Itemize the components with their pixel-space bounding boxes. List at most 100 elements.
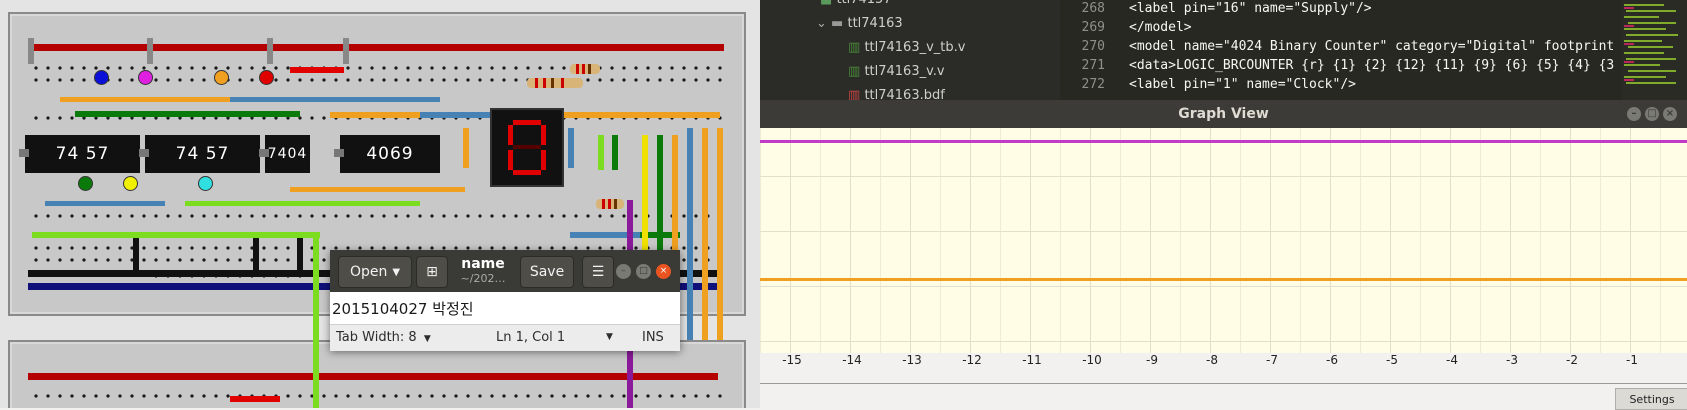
vertical-gridline	[1450, 128, 1451, 353]
ic-chip[interactable]: 7404	[259, 135, 310, 173]
x-tick-label: -15	[782, 353, 802, 367]
blue-wire	[230, 97, 440, 102]
code-line[interactable]: <model name="4024 Binary Counter" catego…	[1129, 39, 1614, 54]
tree-item-label: ttl74157	[836, 0, 891, 7]
x-tick-label: -5	[1386, 353, 1398, 367]
file-path: ~/202…	[460, 272, 506, 285]
vertical-gridline	[1270, 128, 1271, 353]
tree-item[interactable]: ⌄ ▬ ttl74163	[816, 16, 903, 31]
vertical-gridline-minor	[1300, 128, 1301, 353]
led-blue	[94, 70, 109, 85]
menu-button[interactable]: ☰	[582, 256, 614, 288]
blue-wire	[568, 128, 574, 168]
vertical-gridline-minor	[820, 128, 821, 353]
vertical-gridline-minor	[1060, 128, 1061, 353]
code-line[interactable]: <data>LOGIC_BRCOUNTER {r} {1} {2} {12} {…	[1129, 58, 1614, 73]
led-orange	[214, 70, 229, 85]
vertical-gridline-minor	[1360, 128, 1361, 353]
power-rail-red	[28, 44, 724, 51]
window-title: Graph View	[1178, 106, 1269, 122]
vertical-gridline-minor	[1240, 128, 1241, 353]
x-tick-label: -4	[1446, 353, 1458, 367]
red-wire	[290, 67, 344, 73]
code-line[interactable]: </model>	[1129, 20, 1192, 35]
seven-segment-display[interactable]	[490, 108, 564, 187]
lime-wire	[185, 201, 420, 206]
lime-wire	[598, 135, 604, 170]
code-text: <model name="4024 Binary Counter" catego…	[1129, 39, 1615, 54]
vertical-gridline	[1090, 128, 1091, 353]
line-number: 269	[1081, 20, 1105, 35]
ic-chip[interactable]: 4069	[334, 135, 440, 173]
x-tick-label: -7	[1266, 353, 1278, 367]
maximize-icon[interactable]: □	[1645, 107, 1659, 121]
x-tick-label: -3	[1506, 353, 1518, 367]
cursor-position-selector[interactable]: Ln 1, Col 1 ▼	[496, 330, 616, 345]
minimize-icon[interactable]: –	[1627, 107, 1641, 121]
close-icon[interactable]: ×	[1663, 107, 1677, 121]
vertical-gridline	[790, 128, 791, 353]
green-wire	[75, 111, 300, 117]
settings-button[interactable]: Settings	[1615, 388, 1687, 410]
ic-chip[interactable]: 74 57	[139, 135, 260, 173]
led-green	[78, 176, 93, 191]
waveform-plot[interactable]	[760, 128, 1687, 353]
trace-line	[760, 278, 1687, 281]
power-rail-red	[28, 373, 718, 380]
rail-pin	[147, 38, 153, 64]
open-button[interactable]: Open ▼	[338, 256, 412, 288]
x-tick-label: -10	[1082, 353, 1102, 367]
code-minimap[interactable]	[1622, 0, 1687, 100]
resistor	[527, 78, 583, 88]
vertical-gridline	[1390, 128, 1391, 353]
vertical-gridline	[1210, 128, 1211, 353]
code-line[interactable]: <label pin="1" name="Clock"/>	[1129, 77, 1356, 92]
rail-pin	[28, 38, 34, 64]
insert-mode[interactable]: INS	[642, 330, 664, 345]
rail-pin	[133, 238, 139, 270]
new-document-button[interactable]: ⊞	[416, 256, 448, 288]
code-editor[interactable]: ■ ttl74157 ⌄ ▬ ttl74163 ▥ ttl74163_v_tb.…	[760, 0, 1687, 103]
vertical-gridline-minor	[1540, 128, 1541, 353]
x-tick-label: -6	[1326, 353, 1338, 367]
vertical-gridline	[1030, 128, 1031, 353]
chip-label: 7404	[267, 146, 308, 162]
led-red	[259, 70, 274, 85]
window-titlebar[interactable]: Graph View – □ ×	[760, 100, 1687, 128]
graph-view-window: Graph View – □ × -15 -14 -13 -12 -11 -10 -9 -8 -…	[760, 100, 1687, 410]
trace-line	[760, 140, 1687, 143]
text-editor-window: Open ▼ ⊞ name ~/202… Save ☰ – □ × 201510…	[330, 250, 680, 351]
tree-item[interactable]: ■ ttl74157	[820, 0, 892, 7]
chip-label: 74 57	[55, 144, 110, 164]
minimize-icon[interactable]: –	[616, 264, 631, 279]
code-text: <data>LOGIC_BRCOUNTER {r} {1} {2} {12} {…	[1129, 58, 1615, 73]
tree-item-label: ttl74163_v.v	[864, 64, 945, 79]
resistor	[596, 199, 624, 209]
line-number: 268	[1081, 1, 1105, 16]
tree-item[interactable]: ▥ ttl74163_v_tb.v	[848, 40, 965, 55]
x-tick-label: -2	[1566, 353, 1578, 367]
x-tick-label: -11	[1022, 353, 1042, 367]
vertical-gridline	[1330, 128, 1331, 353]
minimap-lines	[1624, 4, 1678, 84]
lime-wire	[32, 232, 320, 238]
orange-wire	[463, 128, 469, 168]
tab-width-selector[interactable]: Tab Width: 8 ▼	[336, 330, 431, 345]
vertical-gridline-minor	[1000, 128, 1001, 353]
vertical-gridline	[1630, 128, 1631, 353]
chevron-down-icon: ▼	[423, 334, 431, 344]
code-line[interactable]: <label pin="16" name="Supply"/>	[1129, 1, 1372, 16]
breadboard-holes	[30, 62, 730, 86]
vertical-gridline-minor	[940, 128, 941, 353]
text-area[interactable]: 2015104027 박정진	[330, 292, 680, 324]
vertical-gridline-minor	[1120, 128, 1121, 353]
save-button[interactable]: Save	[520, 256, 574, 288]
close-icon[interactable]: ×	[656, 264, 671, 279]
x-tick-label: -9	[1146, 353, 1158, 367]
maximize-icon[interactable]: □	[636, 264, 651, 279]
breadboard-holes	[30, 390, 730, 402]
ic-chip[interactable]: 74 57	[19, 135, 140, 173]
vertical-gridline	[850, 128, 851, 353]
x-tick-label: -1	[1626, 353, 1638, 367]
tree-item[interactable]: ▥ ttl74163_v.v	[848, 64, 945, 79]
